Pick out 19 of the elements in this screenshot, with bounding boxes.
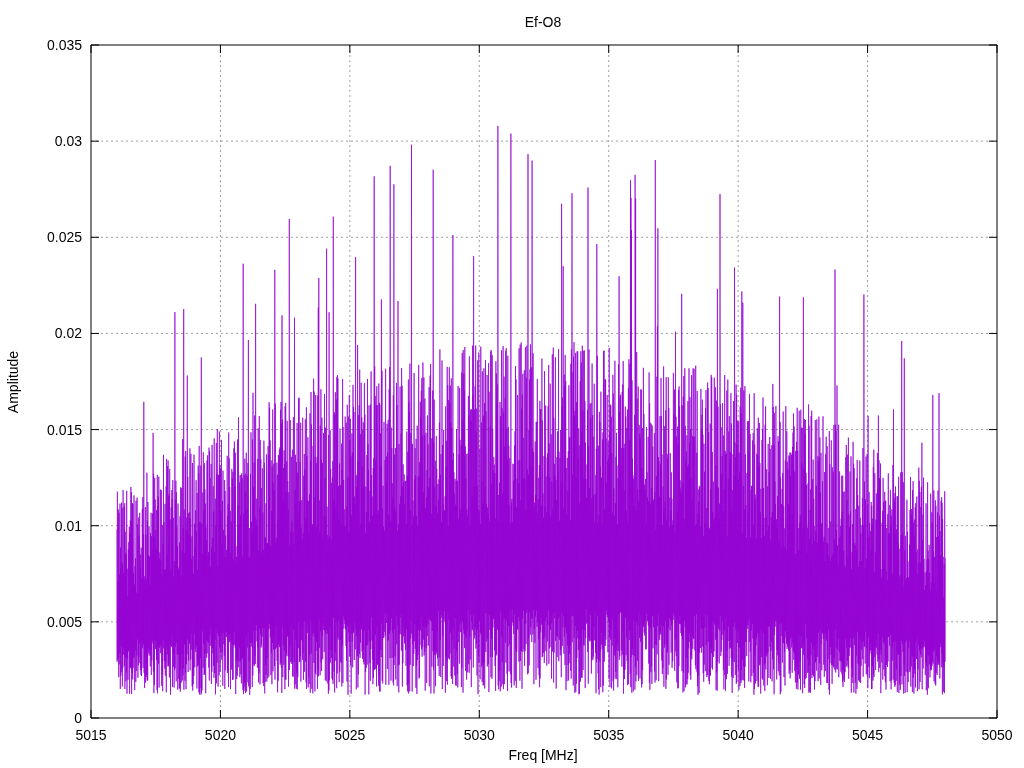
y-tick-label: 0.035 <box>46 37 82 53</box>
x-tick-label: 5050 <box>981 727 1013 743</box>
x-tick-label: 5020 <box>204 727 236 743</box>
x-tick-label: 5045 <box>852 727 884 743</box>
y-tick-label: 0.025 <box>46 229 82 246</box>
x-tick-label: 5025 <box>334 727 366 743</box>
x-tick-label: 5040 <box>722 727 754 743</box>
x-tick-label: 5035 <box>593 727 625 743</box>
y-tick-label: 0.005 <box>46 613 82 630</box>
y-tick-label: 0.015 <box>46 421 82 438</box>
x-tick-label: 5030 <box>463 727 495 743</box>
y-tick-label: 0.02 <box>54 325 82 342</box>
y-axis-label: Amplitude <box>5 350 21 414</box>
y-tick-label: 0.01 <box>54 517 82 534</box>
y-tick-label: 0.03 <box>54 133 82 150</box>
chart-title: Ef-O8 <box>524 14 562 30</box>
x-tick-label: 5015 <box>75 727 107 743</box>
x-axis-label: Freq [MHz] <box>508 747 578 763</box>
y-tick-label: 0 <box>74 710 82 726</box>
